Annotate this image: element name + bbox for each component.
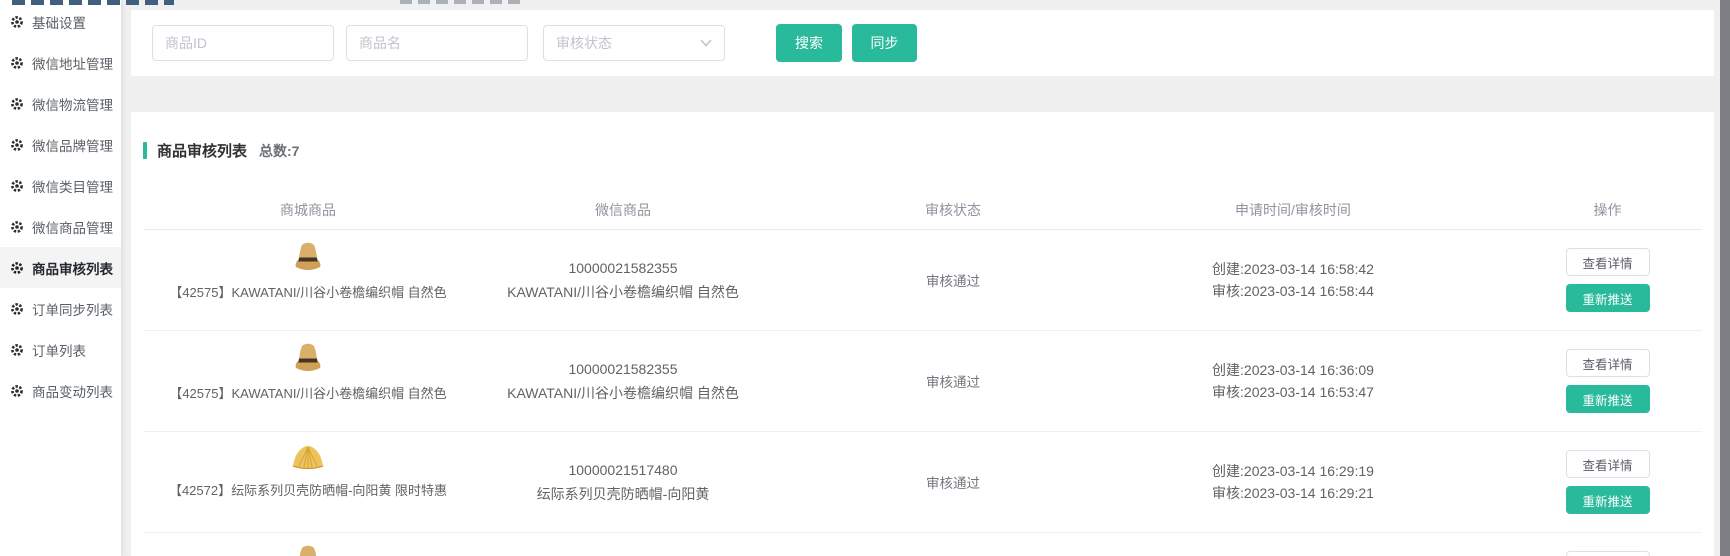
view-detail-button[interactable]: 查看详情 (1566, 349, 1650, 377)
gear-icon (10, 220, 24, 234)
title-accent-bar (143, 142, 147, 159)
table-row: 查看详情 重新推送 (143, 533, 1702, 556)
audited-time: 审核:2023-03-14 16:53:47 (1212, 381, 1374, 403)
wechat-product-name: KAWATANI/川谷小卷檐编织帽 自然色 (507, 280, 739, 304)
sidebar-item-label: 微信地址管理 (32, 53, 113, 73)
sidebar-item-order-list[interactable]: 订单列表 (0, 329, 121, 370)
main-content: 审核状态 搜索 同步 商品审核列表 总数:7 商城商品 微信商品 审核状态 申请… (131, 0, 1714, 556)
sidebar-item-wechat-brand[interactable]: 微信品牌管理 (0, 124, 121, 165)
repush-button[interactable]: 重新推送 (1566, 486, 1650, 514)
table-header-row: 商城商品 微信商品 审核状态 申请时间/审核时间 操作 (143, 191, 1702, 230)
gear-icon (10, 302, 24, 316)
sidebar-item-label: 微信商品管理 (32, 217, 113, 237)
audit-status-select[interactable]: 审核状态 (543, 25, 725, 61)
sidebar-item-label: 商品审核列表 (32, 258, 113, 278)
list-total-count: 总数:7 (259, 141, 299, 161)
gear-icon (10, 97, 24, 111)
clipped-header-text (400, 0, 522, 4)
clipped-page-title-text (12, 0, 174, 5)
bucket-hat-product-image (292, 343, 324, 373)
audited-time: 审核:2023-03-14 16:29:21 (1212, 482, 1374, 504)
column-header-time: 申请时间/审核时间 (1133, 200, 1453, 220)
sidebar-item-label: 微信类目管理 (32, 176, 113, 196)
product-id-input[interactable] (152, 25, 334, 61)
app-screen: 基础设置 微信地址管理 微信物流管理 微信品牌管理 微信类目管理 微信商品管理 … (0, 0, 1730, 556)
vertical-scrollbar[interactable] (1720, 0, 1730, 556)
audit-list-card: 商品审核列表 总数:7 商城商品 微信商品 审核状态 申请时间/审核时间 操作 (131, 112, 1714, 556)
list-header: 商品审核列表 总数:7 (143, 112, 1702, 161)
repush-button[interactable]: 重新推送 (1566, 385, 1650, 413)
sidebar-item-product-change-list[interactable]: 商品变动列表 (0, 370, 121, 411)
list-title: 商品审核列表 (157, 140, 247, 161)
wechat-product-name: 纭际系列贝壳防晒帽-向阳黄 (537, 482, 710, 506)
bucket-hat-product-image (292, 545, 324, 556)
wechat-product-name: KAWATANI/川谷小卷檐编织帽 自然色 (507, 381, 739, 405)
column-header-wechat-product: 微信商品 (473, 200, 773, 220)
gear-icon (10, 261, 24, 275)
search-button[interactable]: 搜索 (776, 24, 842, 62)
repush-button[interactable]: 重新推送 (1566, 284, 1650, 312)
audit-status-text: 审核通过 (926, 371, 980, 391)
gear-icon (10, 384, 24, 398)
wechat-product-id: 10000021582355 (568, 256, 677, 280)
sidebar: 基础设置 微信地址管理 微信物流管理 微信品牌管理 微信类目管理 微信商品管理 … (0, 0, 121, 556)
gear-icon (10, 343, 24, 357)
gear-icon (10, 56, 24, 70)
table-row: 【42575】KAWATANI/川谷小卷檐编织帽 自然色 10000021582… (143, 230, 1702, 331)
table-row: 【42572】纭际系列贝壳防晒帽-向阳黄 限时特惠 10000021517480… (143, 432, 1702, 533)
wechat-product-id: 10000021517480 (568, 458, 677, 482)
bucket-hat-product-image (292, 242, 324, 272)
sidebar-item-wechat-category[interactable]: 微信类目管理 (0, 165, 121, 206)
sidebar-item-product-audit-list[interactable]: 商品审核列表 (0, 247, 121, 288)
chevron-down-icon (700, 39, 712, 47)
gear-icon (10, 138, 24, 152)
sidebar-item-label: 微信物流管理 (32, 94, 113, 114)
product-name-input[interactable] (346, 25, 528, 61)
view-detail-button[interactable]: 查看详情 (1566, 450, 1650, 478)
created-time: 创建:2023-03-14 16:36:09 (1212, 359, 1374, 381)
created-time: 创建:2023-03-14 16:29:19 (1212, 460, 1374, 482)
sidebar-item-wechat-logistics[interactable]: 微信物流管理 (0, 83, 121, 124)
wechat-product-id: 10000021582355 (568, 357, 677, 381)
sidebar-item-label: 微信品牌管理 (32, 135, 113, 155)
sidebar-item-order-sync-list[interactable]: 订单同步列表 (0, 288, 121, 329)
view-detail-button[interactable]: 查看详情 (1566, 248, 1650, 276)
column-header-mall-product: 商城商品 (143, 200, 473, 220)
gear-icon (10, 179, 24, 193)
column-header-actions: 操作 (1453, 200, 1702, 220)
audited-time: 审核:2023-03-14 16:58:44 (1212, 280, 1374, 302)
sidebar-item-label: 订单同步列表 (32, 299, 113, 319)
audit-status-text: 审核通过 (926, 472, 980, 492)
audit-status-text: 审核通过 (926, 270, 980, 290)
mall-product-name: 【42575】KAWATANI/川谷小卷檐编织帽 自然色 (169, 383, 446, 402)
column-header-audit-status: 审核状态 (773, 200, 1133, 220)
created-time: 创建:2023-03-14 16:58:42 (1212, 258, 1374, 280)
mall-product-name: 【42575】KAWATANI/川谷小卷檐编织帽 自然色 (169, 282, 446, 301)
sidebar-item-basic-settings[interactable]: 基础设置 (0, 1, 121, 42)
audit-status-placeholder: 审核状态 (556, 33, 612, 53)
table-row: 【42575】KAWATANI/川谷小卷檐编织帽 自然色 10000021582… (143, 331, 1702, 432)
sidebar-item-label: 商品变动列表 (32, 381, 113, 401)
sync-button[interactable]: 同步 (852, 24, 917, 62)
sidebar-item-wechat-address[interactable]: 微信地址管理 (0, 42, 121, 83)
view-detail-button[interactable]: 查看详情 (1566, 551, 1650, 556)
sidebar-item-wechat-product[interactable]: 微信商品管理 (0, 206, 121, 247)
sidebar-item-label: 订单列表 (32, 340, 86, 360)
gear-icon (10, 15, 24, 29)
filter-bar: 审核状态 搜索 同步 (131, 10, 1714, 76)
mall-product-name: 【42572】纭际系列贝壳防晒帽-向阳黄 限时特惠 (169, 480, 447, 499)
shell-hat-product-image (291, 444, 325, 470)
sidebar-item-label: 基础设置 (32, 12, 86, 32)
